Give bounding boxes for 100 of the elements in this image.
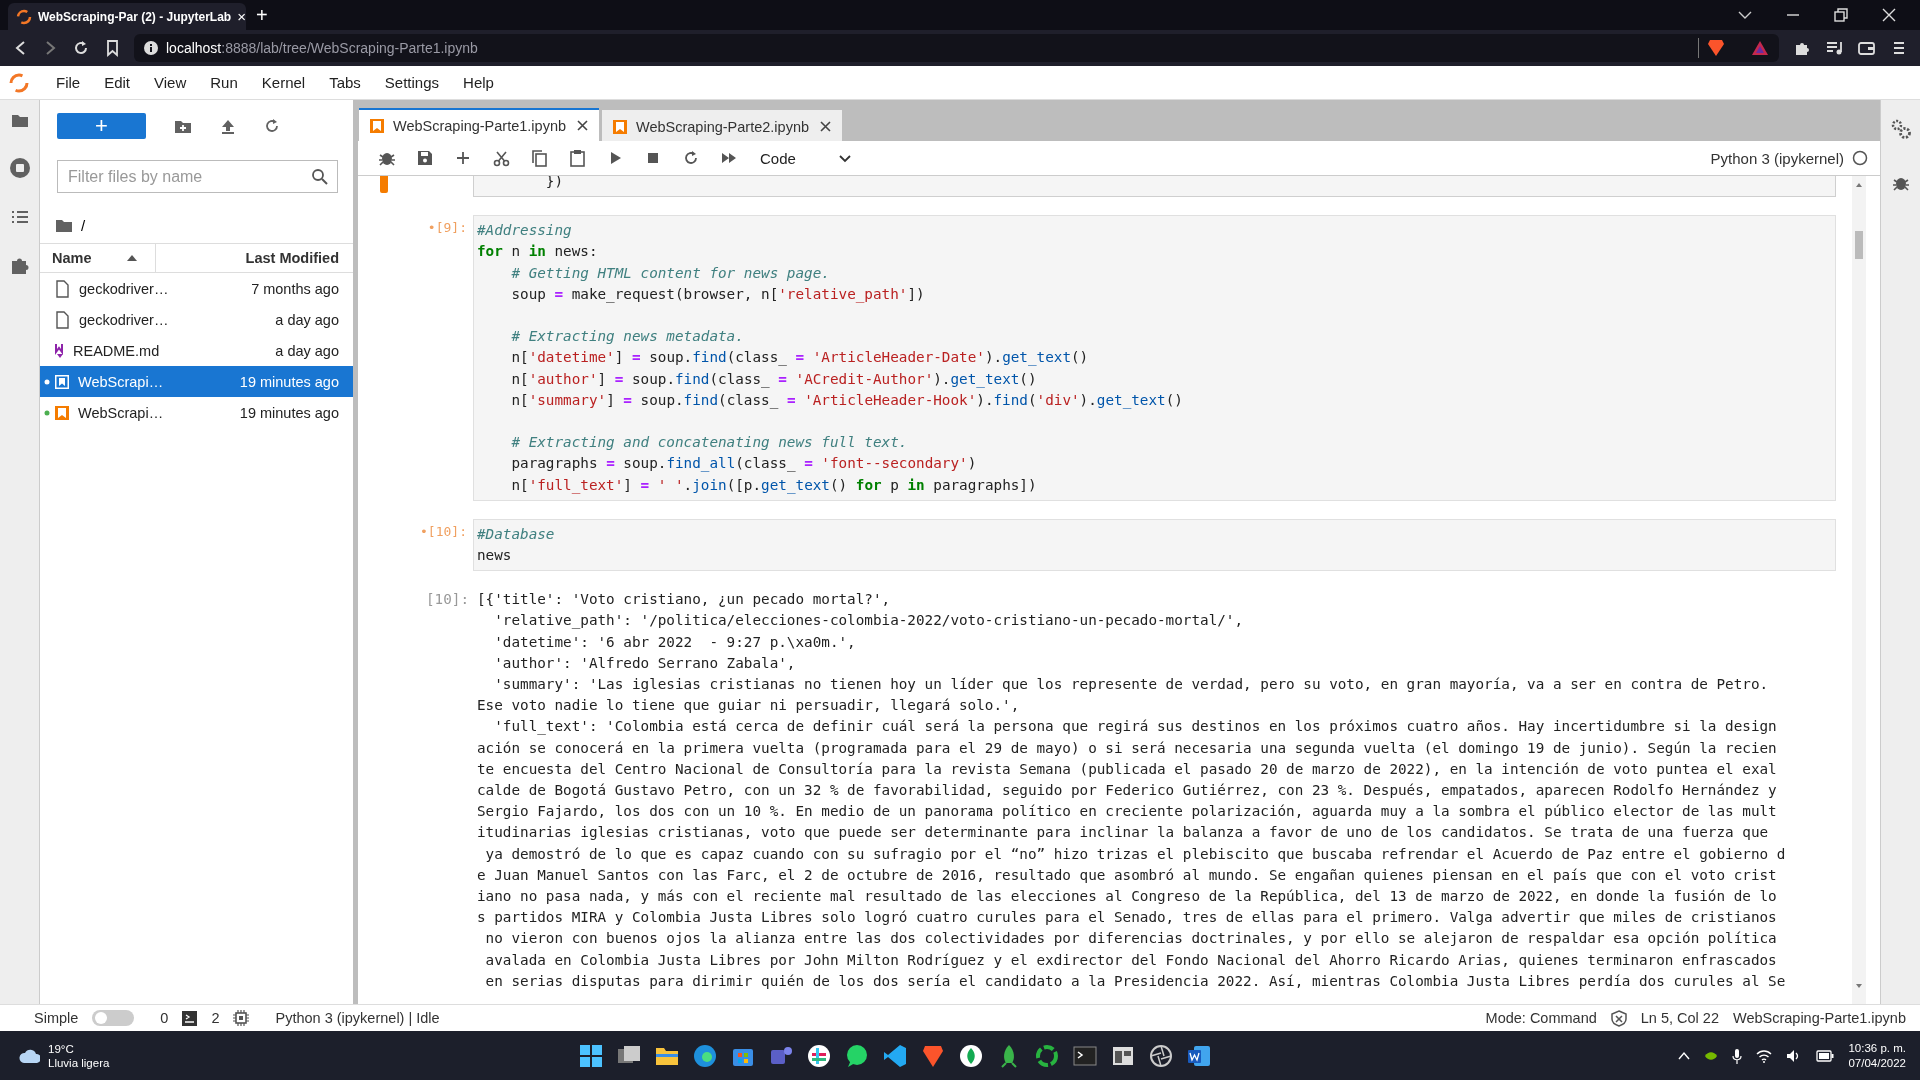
clock[interactable]: 10:36 p. m. 07/04/2022 [1848,1040,1906,1071]
code-line: # Getting HTML content for news page. [510,263,830,283]
microphone-icon[interactable] [1732,1047,1743,1064]
battery-icon[interactable] [1816,1049,1835,1062]
modified-time: a day ago [275,342,339,359]
menu-item[interactable]: View [142,74,199,91]
kernel-name[interactable]: Python 3 (ipykernel) [1710,149,1844,167]
save-icon[interactable] [416,149,434,167]
chat-bubble-icon[interactable] [844,1042,870,1069]
tab-title: WebScraping-Par (2) - JupyterLab [38,9,232,24]
code-line: n['author'] = soup.find(class_ = 'ACredit-Author').get_text() [510,369,1037,390]
new-launcher-button[interactable]: + [57,113,146,139]
new-folder-icon[interactable] [174,118,192,134]
start-icon[interactable] [578,1042,604,1069]
code-line: for n in news: [477,242,598,262]
triangle-icon[interactable] [1751,39,1769,57]
address-field[interactable]: localhost:8888/lab/tree/WebScraping-Parte1.ipynb [134,34,1779,62]
browser-tab[interactable]: WebScraping-Par (2) - JupyterLab × [8,3,246,30]
jupyter-logo-icon [16,8,32,25]
code-editor-icon[interactable] [882,1042,908,1069]
code-line: n['datetime'] = soup.find(class_ = 'ArticleHeader-Date').get_text() [510,348,1089,368]
leaf-icon[interactable] [958,1042,984,1069]
input-prompt: •[9]: [427,219,468,236]
file-row[interactable]: geckodriver… a day ago [40,304,353,335]
close-tab-button[interactable]: × [237,8,246,25]
notebook-icon [369,117,385,134]
notebook-tab[interactable]: WebScraping-Parte2.ipynb [602,110,842,141]
running-dot-icon [44,378,50,385]
code-cell[interactable]: }) [473,176,1836,198]
copy-icon[interactable] [530,149,548,167]
file-row[interactable]: README.md a day ago [40,335,353,366]
kernel-status[interactable]: Python 3 (ipykernel) | Idle [275,1010,440,1026]
fast-forward-icon[interactable] [721,150,737,166]
stop-circle-icon[interactable] [8,157,31,179]
restore-icon[interactable] [1832,6,1850,24]
code-cell[interactable]: #Database news [473,518,1836,572]
breadcrumb-link[interactable]: / [81,216,86,234]
stop-icon[interactable] [646,151,660,165]
menu-item[interactable]: File [44,74,93,91]
wallet-icon[interactable] [1857,39,1876,57]
hash-icon[interactable] [806,1042,832,1069]
filter-field[interactable]: Filter files by name [57,160,338,193]
notebook-icon [612,118,628,135]
menu-item[interactable]: Tabs [317,74,373,91]
close-icon[interactable] [819,120,832,133]
reload-icon[interactable] [72,39,90,57]
column-header[interactable]: Last Modified [156,244,353,272]
terminal-count[interactable]: 0 [160,1010,169,1026]
wifi-icon[interactable] [1756,1048,1773,1063]
shield-icon [1610,1009,1627,1027]
modified-time: a day ago [275,311,339,328]
chip-icon [233,1010,250,1026]
upload-icon[interactable] [220,118,236,134]
folder-icon[interactable] [10,112,29,128]
mode-label: Simple [34,1010,79,1026]
cell-type-dropdown[interactable]: Code [748,149,852,167]
menu-item[interactable]: Run [198,74,250,91]
close-icon[interactable] [576,119,589,132]
kernel-count[interactable]: 2 [211,1010,220,1026]
add-cell-icon[interactable] [455,150,471,166]
shield-icon[interactable] [1707,38,1725,58]
ring-icon[interactable] [1034,1042,1060,1069]
url-text: localhost:8888/lab/tree/WebScraping-Parte1.ipynb [166,40,478,56]
code-line: n['full_text'] = ' '.join([p.get_text() for p in paragraphs]) [510,475,1037,496]
folder-icon[interactable] [55,217,73,233]
playlist-icon[interactable] [1825,39,1843,57]
eye-icon[interactable] [1704,1049,1719,1062]
cursor-position[interactable]: Ln 5, Col 22 [1640,1010,1719,1026]
list-icon[interactable] [9,208,30,226]
modified-time: 7 months ago [251,280,339,297]
cut-icon[interactable] [492,149,510,167]
menu-item[interactable]: Edit [92,74,143,91]
file-name: README.md [73,342,161,359]
browser-icon[interactable] [692,1042,718,1069]
code-line: soup = make_request(browser, n['relative_path']) [510,284,925,305]
file-row[interactable]: WebScrapi… 19 minutes ago [40,366,353,397]
editor-mode: Mode: Command [1485,1010,1597,1026]
new-tab-button[interactable]: + [246,0,278,30]
notebook-tab[interactable]: WebScraping-Parte1.ipynb [359,108,599,141]
file-row[interactable]: WebScrapi… 19 minutes ago [40,397,353,428]
weather-text[interactable]: Lluvia ligera [48,1055,110,1070]
code-line: news [477,546,512,565]
menu-item[interactable]: Kernel [249,74,318,91]
modified-time: 19 minutes ago [239,373,339,390]
column-header[interactable]: Name [40,244,156,272]
restart-icon[interactable] [683,150,699,166]
temperature[interactable]: 19°C [48,1041,110,1056]
output-prompt: [10]: [424,590,470,610]
gears-icon[interactable] [1889,118,1912,140]
close-icon[interactable] [1880,6,1898,24]
code-cell[interactable] [473,215,1836,501]
menu-item[interactable]: Settings [372,74,452,91]
simple-mode-toggle[interactable] [92,1010,135,1026]
refresh-icon[interactable] [264,118,280,134]
menu-item[interactable]: Help [451,74,506,91]
chevron-up-icon[interactable] [1678,1050,1691,1061]
aperture-icon[interactable] [1148,1042,1174,1069]
file-row[interactable]: geckodriver… 7 months ago [40,273,353,304]
bookmark-icon[interactable] [104,39,120,57]
paste-icon[interactable] [568,149,586,167]
